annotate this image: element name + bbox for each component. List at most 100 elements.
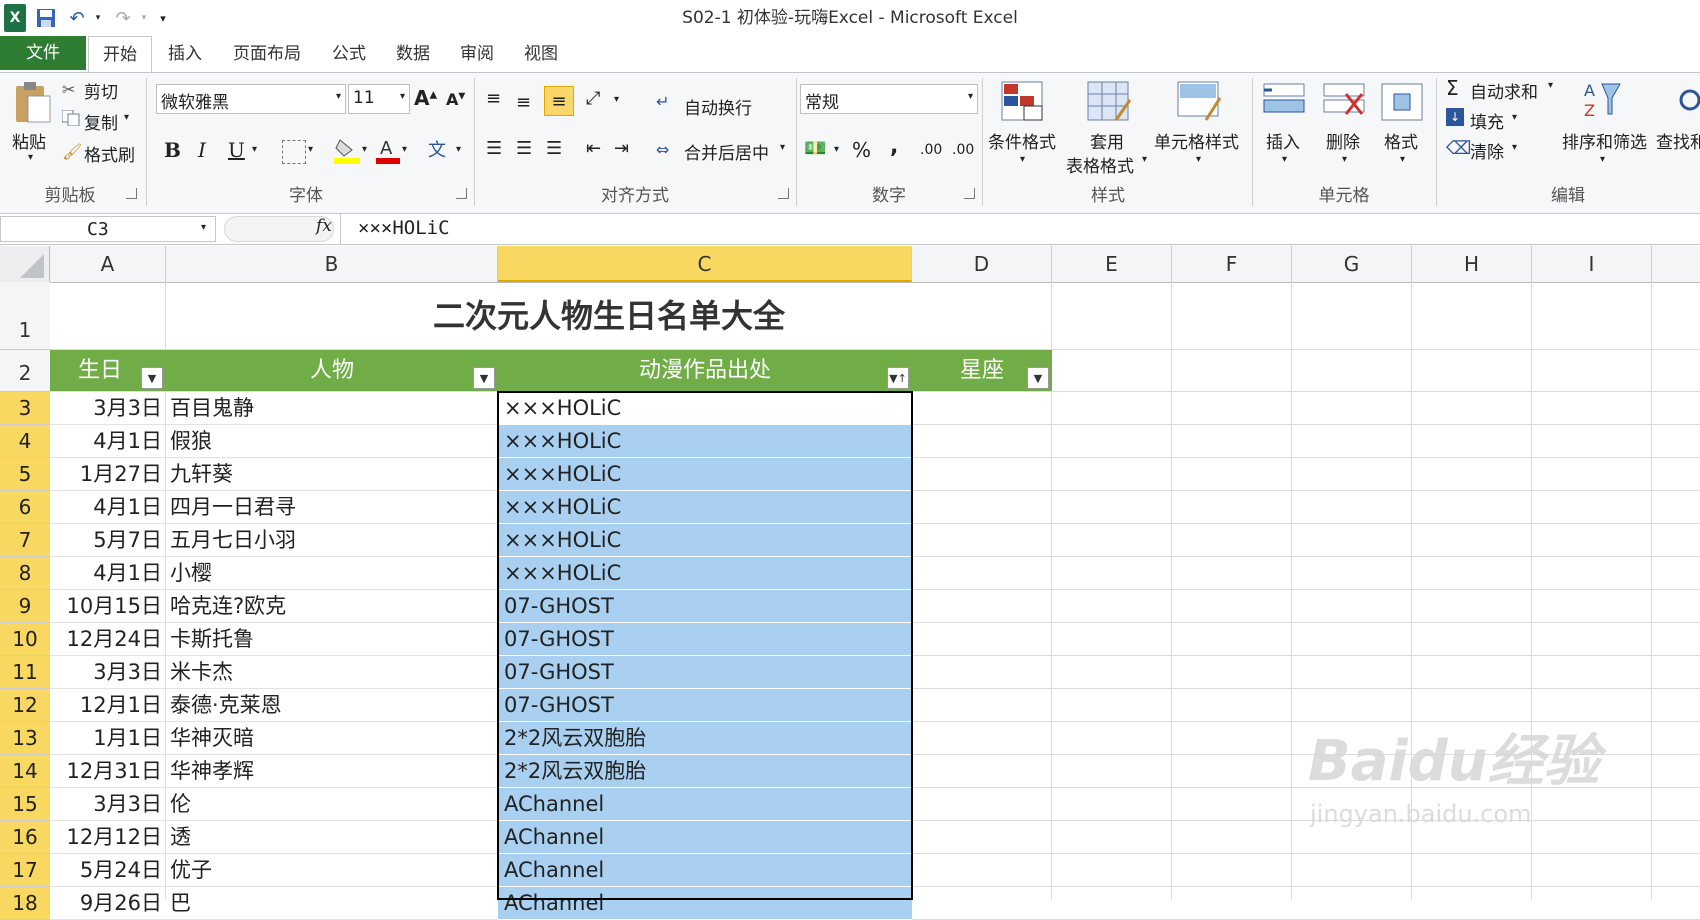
format-as-table-label-2[interactable]: 表格格式 xyxy=(1066,152,1134,177)
tab-home[interactable]: 开始 xyxy=(88,36,152,73)
merge-center-button[interactable]: 合并后居中 xyxy=(684,139,769,164)
formula-input[interactable]: ×××HOLiC xyxy=(358,217,450,239)
column-header-d[interactable]: D xyxy=(912,246,1052,282)
column-header-g[interactable]: G xyxy=(1292,246,1412,282)
row-header[interactable]: 10 xyxy=(0,623,50,656)
tab-page-layout[interactable]: 页面布局 xyxy=(222,36,312,72)
cell-anime-source[interactable]: 07-GHOST xyxy=(498,689,912,722)
row-header[interactable]: 16 xyxy=(0,821,50,854)
row-header-2[interactable]: 2 xyxy=(0,350,50,392)
align-middle-icon[interactable]: ≡ xyxy=(516,92,531,113)
cell-birthday[interactable]: 5月7日 xyxy=(50,524,166,557)
cell-character[interactable]: 优子 xyxy=(166,854,498,887)
cell-anime-source[interactable]: 2*2风云双胞胎 xyxy=(498,722,912,755)
row-header[interactable]: 18 xyxy=(0,887,50,920)
autosum-button[interactable]: 自动求和 xyxy=(1470,78,1538,103)
decrease-indent-icon[interactable]: ⇤ xyxy=(586,138,601,159)
cell-anime-source[interactable]: AChannel xyxy=(498,854,912,887)
column-header-c[interactable]: C xyxy=(498,246,912,282)
cell-character[interactable]: 伦 xyxy=(166,788,498,821)
find-select-icon[interactable] xyxy=(1676,80,1700,124)
insert-dropdown-icon[interactable]: ▾ xyxy=(1282,154,1287,165)
cell-anime-source[interactable]: ×××HOLiC xyxy=(498,392,912,425)
cell-anime-source[interactable]: AChannel xyxy=(498,887,912,920)
redo-icon[interactable]: ↷ xyxy=(108,4,138,32)
header-character[interactable]: 人物 xyxy=(166,350,498,392)
font-color-dropdown-icon[interactable]: ▾ xyxy=(402,144,407,155)
cell-anime-source[interactable]: ×××HOLiC xyxy=(498,458,912,491)
alignment-launcher-icon[interactable] xyxy=(778,188,789,199)
cut-icon[interactable]: ✂ xyxy=(62,80,75,99)
increase-indent-icon[interactable]: ⇥ xyxy=(614,138,629,159)
sort-filter-dropdown-icon[interactable]: ▾ xyxy=(1600,154,1605,165)
cell-birthday[interactable]: 3月3日 xyxy=(50,788,166,821)
clear-dropdown-icon[interactable]: ▾ xyxy=(1512,142,1517,153)
delete-cells-icon[interactable] xyxy=(1322,80,1366,124)
row-header[interactable]: 14 xyxy=(0,755,50,788)
cell-character[interactable]: 哈克连?欧克 xyxy=(166,590,498,623)
row-header[interactable]: 8 xyxy=(0,557,50,590)
orientation-dropdown-icon[interactable]: ▾ xyxy=(614,94,619,105)
undo-icon[interactable]: ↶ xyxy=(62,4,92,32)
decrease-font-size-icon[interactable]: A▼ xyxy=(446,90,465,109)
accounting-format-icon[interactable]: 💵 xyxy=(804,138,826,159)
find-select-button[interactable]: 查找和 xyxy=(1656,128,1700,153)
filter-dropdown-icon[interactable]: ▼ xyxy=(141,367,163,389)
cell-birthday[interactable]: 3月3日 xyxy=(50,392,166,425)
sort-filter-button[interactable]: 排序和筛选 xyxy=(1562,128,1647,153)
cell-character[interactable]: 泰德·克莱恩 xyxy=(166,689,498,722)
row-header[interactable]: 13 xyxy=(0,722,50,755)
cell-anime-source[interactable]: AChannel xyxy=(498,788,912,821)
fill-button[interactable]: 填充 xyxy=(1470,108,1504,133)
column-header-e[interactable]: E xyxy=(1052,246,1172,282)
percent-style-button[interactable]: % xyxy=(852,138,871,162)
excel-app-icon[interactable]: X xyxy=(4,4,26,32)
redo-dropdown-icon[interactable]: ▾ xyxy=(138,4,150,32)
align-top-icon[interactable]: ≡ xyxy=(486,88,501,109)
cell-birthday[interactable]: 12月1日 xyxy=(50,689,166,722)
customize-qat-icon[interactable]: ▾ xyxy=(156,4,170,32)
wrap-text-button[interactable]: 自动换行 xyxy=(684,94,752,119)
fill-color-icon[interactable] xyxy=(334,136,360,164)
copy-button[interactable]: 复制 xyxy=(84,109,118,134)
underline-button[interactable]: U xyxy=(228,138,245,162)
column-header-f[interactable]: F xyxy=(1172,246,1292,282)
insert-cells-icon[interactable] xyxy=(1262,80,1306,124)
row-header[interactable]: 15 xyxy=(0,788,50,821)
insert-cells-button[interactable]: 插入 xyxy=(1266,128,1300,153)
format-dropdown-icon[interactable]: ▾ xyxy=(1400,154,1405,165)
font-launcher-icon[interactable] xyxy=(456,188,467,199)
header-anime-source[interactable]: 动漫作品出处 xyxy=(498,350,912,392)
cell-character[interactable]: 卡斯托鲁 xyxy=(166,623,498,656)
bold-button[interactable]: B xyxy=(164,138,181,162)
cell-character[interactable]: 华神孝辉 xyxy=(166,755,498,788)
format-painter-icon[interactable]: 🖌 xyxy=(62,142,82,161)
tab-formulas[interactable]: 公式 xyxy=(322,36,376,72)
row-header[interactable]: 12 xyxy=(0,689,50,722)
row-header[interactable]: 7 xyxy=(0,524,50,557)
cell-character[interactable]: 米卡杰 xyxy=(166,656,498,689)
format-as-table-icon[interactable] xyxy=(1086,80,1132,124)
tab-view[interactable]: 视图 xyxy=(514,36,568,72)
filter-dropdown-icon[interactable]: ▼ xyxy=(1027,367,1049,389)
format-cells-icon[interactable] xyxy=(1380,80,1424,124)
cell-character[interactable]: 九轩葵 xyxy=(166,458,498,491)
cell-styles-button[interactable]: 单元格样式 xyxy=(1154,128,1239,153)
column-header-a[interactable]: A xyxy=(50,246,166,282)
row-header[interactable]: 9 xyxy=(0,590,50,623)
cell-styles-icon[interactable] xyxy=(1176,80,1222,124)
row-header[interactable]: 4 xyxy=(0,425,50,458)
cell-character[interactable]: 百目鬼静 xyxy=(166,392,498,425)
cell-character[interactable]: 假狼 xyxy=(166,425,498,458)
cell-anime-source[interactable]: 07-GHOST xyxy=(498,623,912,656)
sort-filter-icon[interactable]: AZ xyxy=(1582,78,1622,122)
fill-color-dropdown-icon[interactable]: ▾ xyxy=(362,144,367,155)
tab-data[interactable]: 数据 xyxy=(386,36,440,72)
filter-dropdown-icon[interactable]: ▼ xyxy=(473,367,495,389)
column-header-h[interactable]: H xyxy=(1412,246,1532,282)
fill-icon[interactable]: ↓ xyxy=(1446,108,1464,126)
insert-function-button[interactable]: fx xyxy=(316,216,332,236)
cell-character[interactable]: 小樱 xyxy=(166,557,498,590)
column-header-i[interactable]: I xyxy=(1532,246,1652,282)
paste-dropdown-icon[interactable]: ▾ xyxy=(28,152,33,163)
